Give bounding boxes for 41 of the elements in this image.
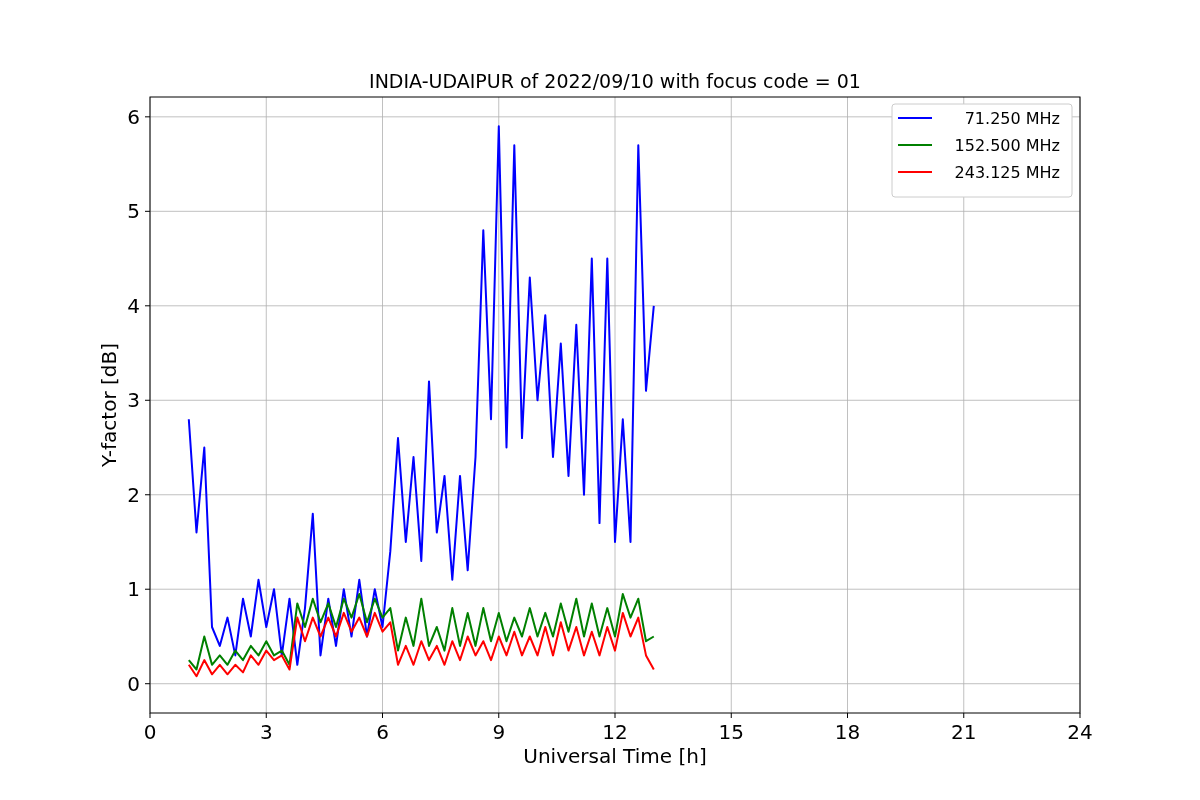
- x-axis-label: Universal Time [h]: [523, 744, 707, 768]
- tick-mark: [149, 712, 151, 719]
- tick-mark: [963, 712, 965, 719]
- x-tick-label: 0: [143, 720, 157, 744]
- y-tick-label: 5: [127, 199, 140, 224]
- tick-mark: [1079, 712, 1081, 719]
- y-axis-label: Y-factor [dB]: [97, 343, 121, 467]
- x-tick-label: 24: [1067, 720, 1093, 744]
- tick-mark: [382, 712, 383, 719]
- tick-mark: [144, 116, 151, 118]
- tick-mark: [144, 683, 151, 685]
- tick-mark: [144, 494, 151, 496]
- legend-label: 71.250 MHz: [964, 109, 1060, 128]
- tick-mark: [614, 712, 616, 719]
- x-tick-label: 9: [492, 720, 506, 744]
- y-tick-label: 3: [127, 388, 140, 413]
- y-tick-label: 0: [127, 671, 140, 696]
- x-tick-label: 12: [602, 720, 628, 744]
- y-tick-label: 2: [127, 482, 140, 507]
- tick-mark: [144, 399, 151, 401]
- tick-mark: [265, 712, 267, 719]
- y-tick-label: 1: [127, 577, 140, 602]
- x-tick-label: 6: [376, 720, 389, 744]
- legend-label: 243.125 MHz: [954, 163, 1060, 182]
- x-tick-label: 18: [834, 720, 861, 744]
- x-tick-label: 3: [259, 720, 273, 744]
- tick-mark: [498, 712, 500, 719]
- chart-title: INDIA-UDAIPUR of 2022/09/10 with focus code = 01: [369, 70, 861, 92]
- legend-label: 152.500 MHz: [954, 136, 1060, 155]
- tick-mark: [730, 712, 732, 719]
- y-tick-label: 4: [127, 293, 140, 318]
- legend-line: [897, 144, 933, 146]
- x-tick-label: 21: [951, 720, 977, 744]
- legend-line: [897, 117, 933, 119]
- tick-mark: [144, 305, 151, 307]
- tick-mark: [847, 712, 848, 719]
- y-tick-label: 6: [127, 104, 140, 129]
- x-tick-label: 15: [718, 720, 744, 744]
- tick-mark: [144, 210, 151, 212]
- tick-mark: [144, 588, 151, 590]
- legend-line: [897, 171, 933, 173]
